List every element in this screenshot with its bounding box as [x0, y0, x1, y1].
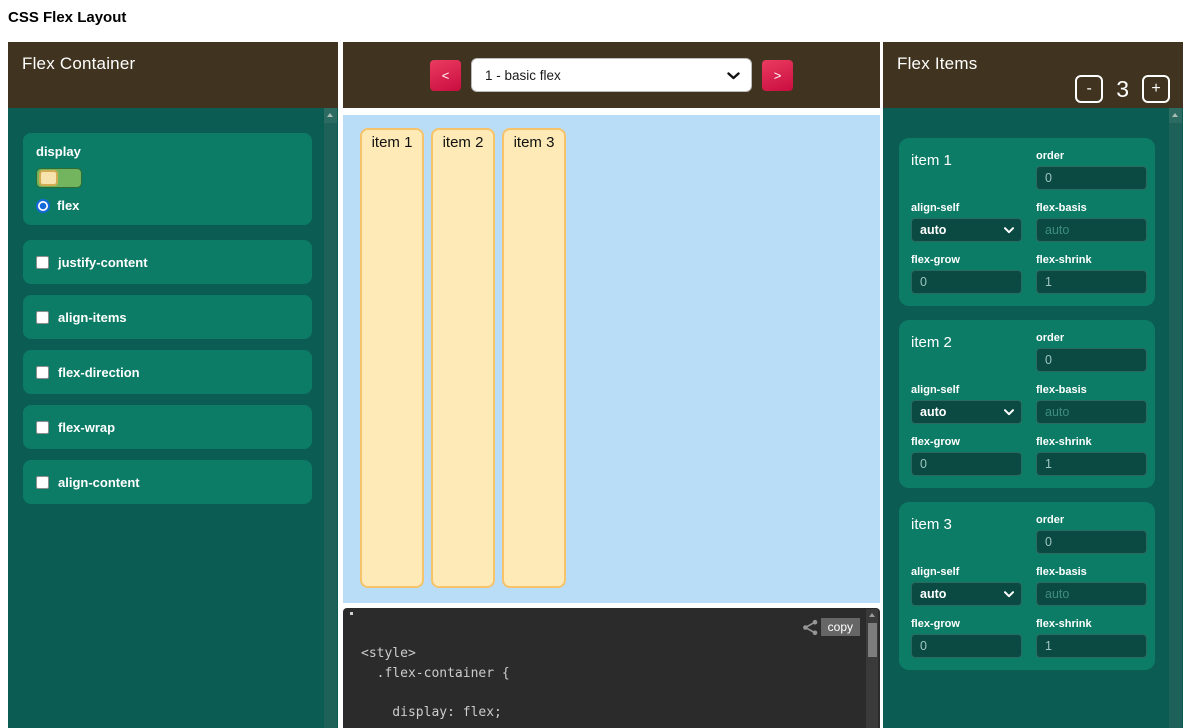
flex-wrap-label[interactable]: flex-wrap — [58, 420, 115, 435]
item-count-value: 3 — [1116, 76, 1129, 103]
item-3-flex-basis-input[interactable] — [1036, 582, 1147, 606]
align-content-checkbox[interactable] — [36, 476, 49, 489]
code-cursor-dot — [350, 612, 353, 615]
flex-basis-label: flex-basis — [1036, 566, 1147, 578]
flex-container-title: Flex Container — [22, 54, 135, 74]
example-nav-bar: < 1 - basic flex > — [343, 42, 880, 108]
item-2-name: item 2 — [911, 332, 1022, 372]
preview-item-3: item 3 — [502, 128, 566, 588]
display-toggle-knob — [39, 170, 58, 186]
order-label: order — [1036, 150, 1147, 162]
property-card-justify-content: justify-content — [23, 240, 312, 284]
flex-container-header: Flex Container — [8, 42, 338, 108]
code-scroll-up-arrow-icon[interactable] — [869, 613, 875, 617]
item-2-order-input[interactable] — [1036, 348, 1147, 372]
property-card-align-content: align-content — [23, 460, 312, 504]
item-1-card: item 1 order align-self auto flex-basis — [899, 138, 1155, 306]
align-items-label[interactable]: align-items — [58, 310, 127, 325]
flex-basis-label: flex-basis — [1036, 384, 1147, 396]
flex-items-header: Flex Items - 3 + — [883, 42, 1183, 108]
align-self-label: align-self — [911, 202, 1022, 214]
scroll-up-arrow-icon[interactable] — [1169, 108, 1182, 123]
next-example-button[interactable]: > — [762, 60, 793, 91]
example-select[interactable]: 1 - basic flex — [471, 58, 752, 92]
item-1-flex-basis-input[interactable] — [1036, 218, 1147, 242]
flex-radio[interactable] — [36, 199, 50, 213]
prev-example-button[interactable]: < — [430, 60, 461, 91]
order-label: order — [1036, 514, 1147, 526]
code-scrollbar-thumb[interactable] — [868, 623, 877, 657]
display-toggle[interactable] — [36, 168, 82, 188]
flex-items-title: Flex Items — [897, 54, 977, 74]
page-title: CSS Flex Layout — [8, 9, 126, 26]
item-1-order-input[interactable] — [1036, 166, 1147, 190]
flex-container-body: display flex justify-content align-items — [8, 108, 338, 728]
justify-content-checkbox[interactable] — [36, 256, 49, 269]
item-3-card: item 3 order align-self auto flex-basis — [899, 502, 1155, 670]
justify-content-label[interactable]: justify-content — [58, 255, 148, 270]
share-icon[interactable] — [802, 619, 819, 636]
item-3-flex-shrink-input[interactable] — [1036, 634, 1147, 658]
item-1-align-self-select[interactable]: auto — [911, 218, 1022, 242]
flex-grow-label: flex-grow — [911, 618, 1022, 630]
flex-grow-label: flex-grow — [911, 436, 1022, 448]
item-1-flex-grow-input[interactable] — [911, 270, 1022, 294]
flex-items-panel: Flex Items - 3 + item 1 order align-self… — [883, 42, 1183, 728]
align-content-label[interactable]: align-content — [58, 475, 140, 490]
item-1-flex-shrink-input[interactable] — [1036, 270, 1147, 294]
flex-wrap-checkbox[interactable] — [36, 421, 49, 434]
preview-item-1: item 1 — [360, 128, 424, 588]
flex-direction-label[interactable]: flex-direction — [58, 365, 140, 380]
right-panel-scrollbar[interactable] — [1169, 108, 1182, 728]
flex-grow-label: flex-grow — [911, 254, 1022, 266]
copy-button[interactable]: copy — [821, 618, 860, 636]
flex-items-body: item 1 order align-self auto flex-basis — [883, 108, 1183, 728]
item-2-align-self-select[interactable]: auto — [911, 400, 1022, 424]
item-1-name: item 1 — [911, 150, 1022, 190]
flex-shrink-label: flex-shrink — [1036, 618, 1147, 630]
item-count-controls: - 3 + — [1075, 75, 1170, 103]
flex-container-panel: Flex Container display flex justify-cont… — [8, 42, 338, 728]
code-block: <style> .flex-container { display: flex;… — [343, 608, 880, 728]
left-panel-scrollbar[interactable] — [324, 108, 337, 728]
align-items-checkbox[interactable] — [36, 311, 49, 324]
flex-direction-checkbox[interactable] — [36, 366, 49, 379]
code-scrollbar[interactable] — [866, 609, 878, 728]
flex-preview-area: item 1 item 2 item 3 — [343, 115, 880, 603]
flex-shrink-label: flex-shrink — [1036, 254, 1147, 266]
increase-items-button[interactable]: + — [1142, 75, 1170, 103]
property-card-flex-wrap: flex-wrap — [23, 405, 312, 449]
preview-panel: < 1 - basic flex > item 1 item 2 item 3 … — [343, 42, 880, 728]
flex-basis-label: flex-basis — [1036, 202, 1147, 214]
item-3-order-input[interactable] — [1036, 530, 1147, 554]
property-card-flex-direction: flex-direction — [23, 350, 312, 394]
display-card: display flex — [23, 133, 312, 225]
preview-item-2: item 2 — [431, 128, 495, 588]
order-label: order — [1036, 332, 1147, 344]
align-self-label: align-self — [911, 566, 1022, 578]
flex-radio-label: flex — [57, 198, 79, 213]
item-2-flex-basis-input[interactable] — [1036, 400, 1147, 424]
decrease-items-button[interactable]: - — [1075, 75, 1103, 103]
scroll-up-arrow-icon[interactable] — [324, 108, 337, 123]
item-2-card: item 2 order align-self auto flex-basis — [899, 320, 1155, 488]
generated-css-code: <style> .flex-container { display: flex; — [343, 608, 880, 728]
item-2-flex-grow-input[interactable] — [911, 452, 1022, 476]
flex-shrink-label: flex-shrink — [1036, 436, 1147, 448]
item-3-align-self-select[interactable]: auto — [911, 582, 1022, 606]
item-2-flex-shrink-input[interactable] — [1036, 452, 1147, 476]
align-self-label: align-self — [911, 384, 1022, 396]
display-label: display — [36, 144, 299, 159]
property-card-align-items: align-items — [23, 295, 312, 339]
item-3-flex-grow-input[interactable] — [911, 634, 1022, 658]
item-3-name: item 3 — [911, 514, 1022, 554]
